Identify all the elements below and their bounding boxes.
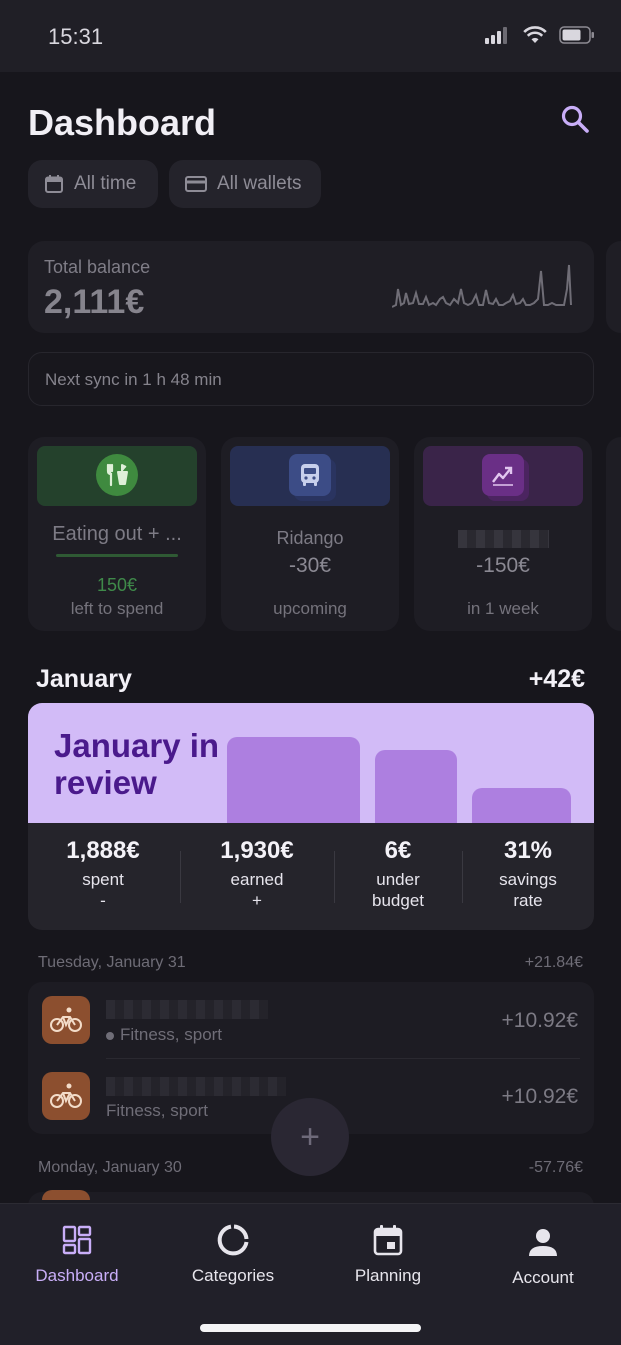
search-icon (561, 105, 589, 133)
tile-amount: -150€ (476, 554, 530, 577)
sync-text: Next sync in 1 h 48 min (45, 370, 222, 389)
bus-icon (289, 454, 331, 496)
donut-chart-icon (168, 1222, 298, 1258)
wifi-icon (523, 26, 547, 43)
stat-sub: + (252, 891, 262, 910)
page-title: Dashboard (28, 102, 217, 143)
stat-divider (462, 851, 463, 903)
balance-label: Total balance (44, 257, 151, 277)
day-header-date: Monday, January 30 (38, 1159, 182, 1176)
trending-chart-icon (482, 454, 524, 496)
search-button[interactable] (556, 100, 596, 140)
budget-progress-bar (56, 554, 178, 557)
fork-knife-icon (96, 454, 138, 496)
add-transaction-button[interactable]: + (271, 1098, 349, 1176)
tile-title: Ridango (276, 528, 344, 548)
bicycle-icon (42, 1072, 90, 1120)
transaction-amount: +10.92€ (501, 1085, 579, 1108)
nav-label: Categories (191, 1266, 275, 1285)
stat-sub: rate (513, 891, 543, 910)
stat-value: 6€ (384, 837, 412, 864)
upcoming-tile-ridango[interactable]: Ridango -30€ upcoming (221, 437, 399, 631)
tile-sub: left to spend (70, 599, 164, 618)
balance-sparkline (392, 264, 572, 308)
stat-savings-rate: 31% savings rate (478, 837, 578, 911)
calendar-icon (45, 175, 63, 193)
tile-amount: -30€ (288, 554, 332, 577)
review-stats: 1,888€ spent - 1,930€ earned + 6€ under … (28, 823, 594, 930)
wallet-filter-chip[interactable]: All wallets (169, 160, 321, 208)
next-card-peek[interactable] (606, 241, 621, 333)
stat-divider (180, 851, 181, 903)
day-header-total: +21.84€ (524, 954, 583, 971)
nav-label: Planning (354, 1266, 422, 1285)
home-indicator[interactable] (200, 1324, 421, 1332)
budget-tile-eating-out[interactable]: Eating out + ... 150€ left to spend (28, 437, 206, 631)
total-balance-card[interactable]: Total balance 2,111€ (28, 241, 594, 333)
month-review-card[interactable]: January in review 1,888€ spent - 1,930€ … (28, 703, 594, 930)
bicycle-icon (42, 996, 90, 1044)
status-icons (485, 26, 595, 44)
transaction-category: Fitness, sport (106, 1025, 222, 1045)
status-time: 15:31 (48, 24, 104, 49)
signal-icon (485, 27, 507, 44)
person-icon (478, 1224, 608, 1260)
redacted-title (458, 530, 549, 548)
stat-value: 1,888€ (66, 837, 140, 864)
review-bar-savings (472, 788, 571, 823)
dashboard-icon (12, 1222, 142, 1258)
wallet-filter-label: All wallets (217, 173, 302, 194)
stat-under-budget: 6€ under budget (348, 837, 448, 911)
period-filter-label: All time (74, 173, 137, 194)
redacted-payee (106, 1000, 268, 1019)
stat-earned: 1,930€ earned + (200, 837, 314, 911)
nav-account[interactable]: Account (478, 1224, 608, 1288)
nav-label: Account (512, 1268, 574, 1287)
tile-amount: 150€ (96, 575, 138, 595)
stat-label: under (376, 870, 420, 889)
credit-card-icon (185, 176, 207, 192)
status-bar: 15:31 (0, 0, 621, 72)
tile-sub: in 1 week (467, 599, 539, 618)
review-title: January in review (54, 727, 220, 801)
category-icon-peek (42, 1190, 90, 1200)
tile-sub: upcoming (273, 599, 347, 618)
transaction-row[interactable]: Fitness, sport +10.92€ (28, 982, 594, 1059)
transaction-amount: +10.92€ (501, 1009, 579, 1032)
month-title: January (36, 665, 132, 693)
plus-icon: + (300, 1117, 320, 1156)
day-header-date: Tuesday, January 31 (38, 954, 186, 971)
month-delta: +42€ (528, 665, 585, 693)
stat-value: 31% (503, 837, 553, 864)
nav-label: Dashboard (35, 1266, 119, 1285)
day-header-total: -57.76€ (528, 1159, 583, 1176)
review-banner: January in review (28, 703, 594, 823)
review-bar-spent (227, 737, 360, 823)
balance-value: 2,111€ (44, 283, 145, 321)
battery-icon (559, 26, 594, 44)
stat-divider (334, 851, 335, 903)
period-filter-chip[interactable]: All time (28, 160, 158, 208)
stat-sub: budget (372, 891, 424, 910)
stat-label: spent (82, 870, 124, 889)
pending-dot-icon (106, 1031, 114, 1040)
review-bar-earned (375, 750, 457, 823)
stat-spent: 1,888€ spent - (46, 837, 160, 911)
tile-title: Eating out + ... (52, 523, 182, 545)
stat-label: savings (499, 870, 557, 889)
stat-sub: - (100, 891, 106, 910)
nav-planning[interactable]: Planning (323, 1222, 453, 1286)
nav-dashboard[interactable]: Dashboard (12, 1222, 142, 1286)
nav-categories[interactable]: Categories (168, 1222, 298, 1286)
sync-status: Next sync in 1 h 48 min (28, 352, 594, 406)
redacted-payee (106, 1077, 286, 1096)
stat-value: 1,930€ (220, 837, 294, 864)
category-label: Fitness, sport (120, 1025, 223, 1044)
upcoming-tile-investment[interactable]: -150€ in 1 week (414, 437, 592, 631)
transaction-category: Fitness, sport (106, 1101, 209, 1120)
calendar-icon (323, 1222, 453, 1258)
next-tile-peek[interactable] (606, 437, 621, 631)
stat-label: earned (230, 870, 284, 889)
